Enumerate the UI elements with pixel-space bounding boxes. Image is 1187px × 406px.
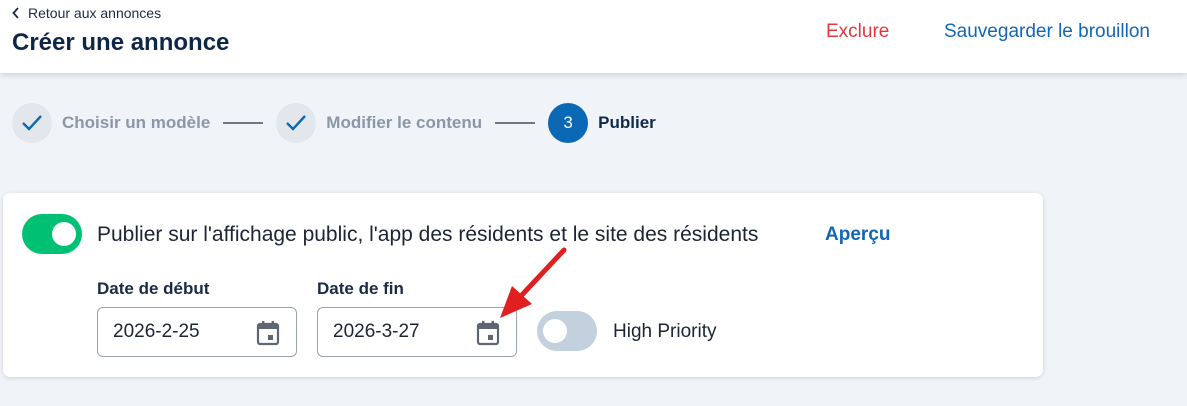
step-connector bbox=[495, 122, 536, 124]
end-date-field[interactable] bbox=[317, 307, 517, 357]
step-number-badge: 3 bbox=[548, 103, 589, 143]
high-priority-label: High Priority bbox=[613, 321, 717, 342]
check-icon bbox=[22, 115, 42, 131]
back-link-label: Retour aux annonces bbox=[28, 5, 162, 21]
page-title: Créer une annonce bbox=[12, 29, 230, 56]
start-date-label: Date de début bbox=[97, 279, 210, 298]
step-label: Choisir un modèle bbox=[62, 113, 211, 132]
step-connector bbox=[223, 122, 264, 124]
progress-stepper: Choisir un modèle Modifier le contenu 3 … bbox=[12, 103, 656, 143]
publish-toggle-label: Publier sur l'affichage public, l'app de… bbox=[97, 223, 759, 246]
exclude-button[interactable]: Exclure bbox=[826, 21, 889, 43]
end-date-label: Date de fin bbox=[317, 279, 404, 298]
check-icon bbox=[286, 115, 307, 131]
step-publish: 3 Publier bbox=[548, 103, 656, 143]
step-complete-badge bbox=[276, 103, 317, 143]
calendar-icon[interactable] bbox=[256, 320, 280, 351]
toggle-knob bbox=[52, 222, 76, 246]
high-priority-toggle[interactable] bbox=[537, 311, 597, 351]
step-label: Publier bbox=[598, 113, 656, 132]
start-date-field[interactable] bbox=[97, 307, 297, 357]
preview-link[interactable]: Aperçu bbox=[825, 224, 890, 246]
publish-toggle[interactable] bbox=[22, 214, 82, 254]
chevron-left-icon bbox=[12, 7, 20, 19]
step-label: Modifier le contenu bbox=[326, 113, 483, 132]
calendar-icon[interactable] bbox=[476, 320, 500, 351]
step-choose-template: Choisir un modèle bbox=[12, 103, 210, 143]
publish-settings-card: Publier sur l'affichage public, l'app de… bbox=[3, 193, 1043, 377]
end-date-input[interactable] bbox=[333, 321, 453, 343]
toggle-knob bbox=[543, 319, 567, 343]
top-header: Retour aux annonces Créer une annonce Ex… bbox=[0, 0, 1187, 73]
step-edit-content: Modifier le contenu bbox=[276, 103, 482, 143]
back-to-announcements-link[interactable]: Retour aux annonces bbox=[12, 5, 161, 21]
save-draft-button[interactable]: Sauvegarder le brouillon bbox=[944, 21, 1150, 43]
start-date-input[interactable] bbox=[113, 321, 233, 343]
step-complete-badge bbox=[12, 103, 52, 143]
